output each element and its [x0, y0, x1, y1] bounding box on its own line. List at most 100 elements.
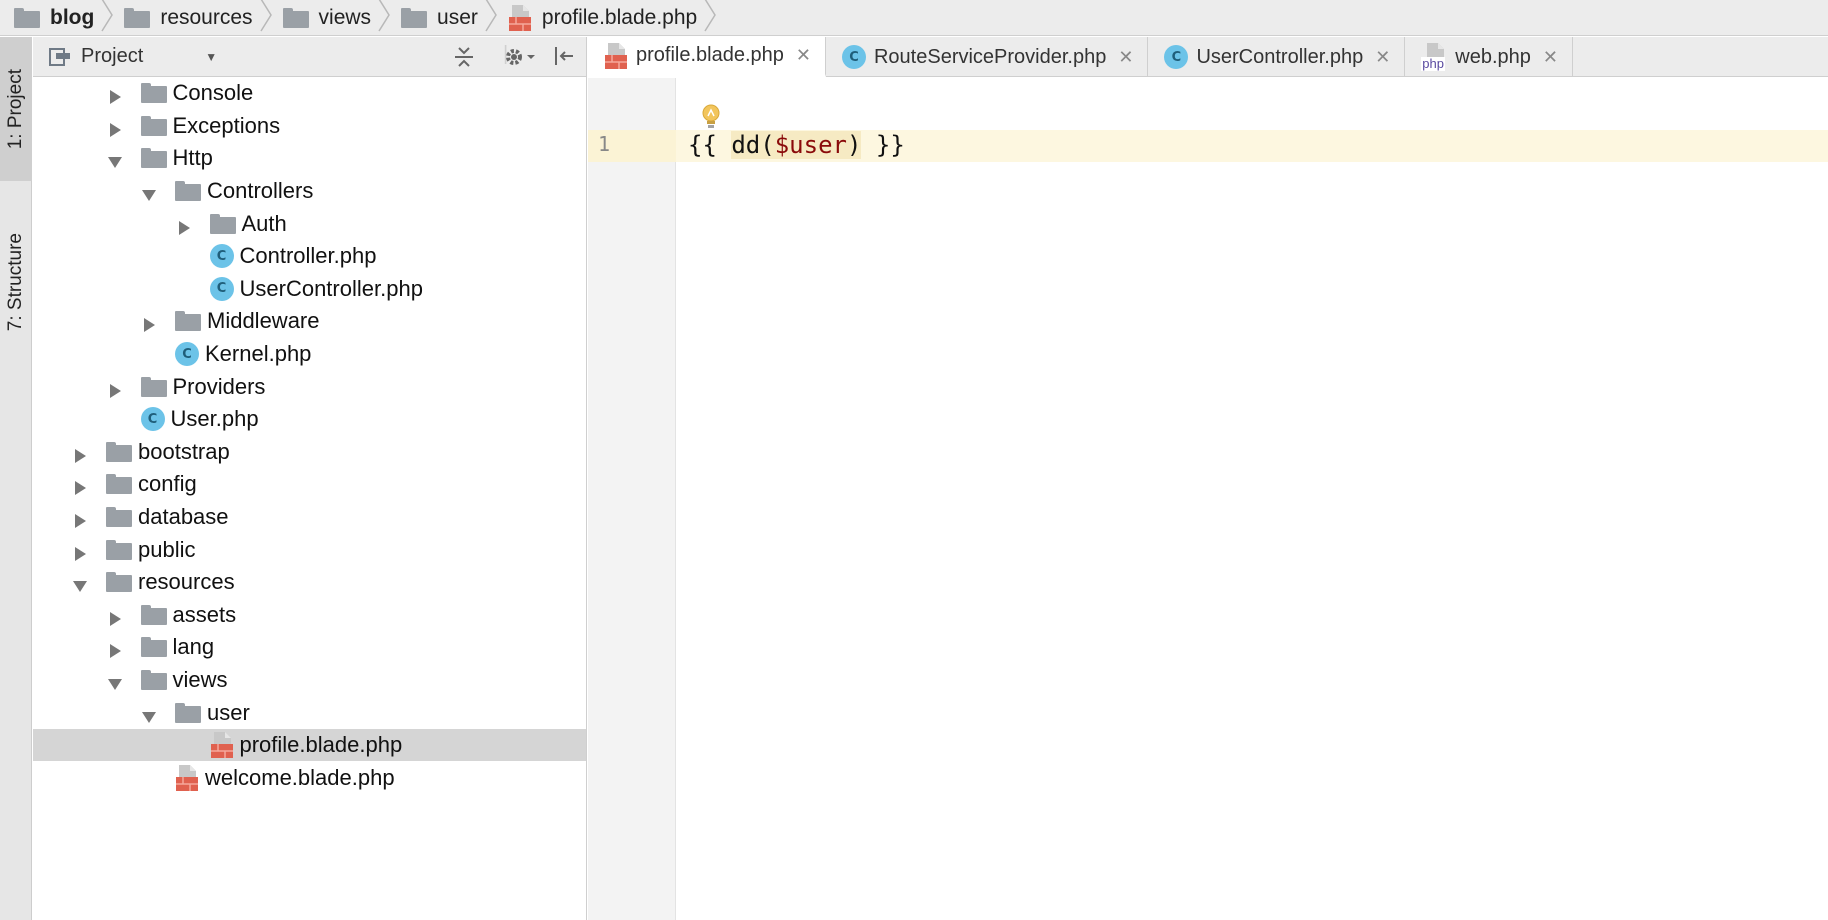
- tree-item-label: config: [138, 471, 197, 497]
- collapse-all-icon[interactable]: [453, 45, 475, 75]
- tree-item-label: user: [207, 699, 250, 725]
- class-icon: C: [1164, 45, 1189, 69]
- close-icon[interactable]: ✕: [1543, 47, 1558, 68]
- folder-icon: [14, 7, 40, 28]
- tree-item[interactable]: C Kernel.php: [33, 338, 586, 371]
- editor-tab[interactable]: C UserController.php ✕: [1148, 37, 1406, 77]
- tree-item[interactable]: database: [33, 501, 586, 534]
- gear-icon[interactable]: [503, 45, 537, 75]
- folder-icon: [106, 572, 132, 593]
- tree-item-label: Auth: [241, 210, 287, 236]
- tree-item[interactable]: Controllers: [33, 175, 586, 208]
- tree-item-label: profile.blade.php: [239, 732, 403, 758]
- editor-tab[interactable]: profile.blade.php ✕: [588, 37, 826, 77]
- chevron-down-icon[interactable]: ▼: [205, 50, 217, 64]
- folder-icon: [106, 507, 132, 528]
- tree-item[interactable]: Console: [33, 77, 586, 110]
- tree-item-label: User.php: [170, 406, 259, 432]
- blade-echo-open: {{: [688, 131, 732, 159]
- tree-item[interactable]: Middleware: [33, 305, 586, 338]
- expand-arrow-right-icon[interactable]: [107, 607, 123, 626]
- tree-item-label: UserController.php: [239, 275, 423, 301]
- tree-item[interactable]: Providers: [33, 370, 586, 403]
- project-panel-toolbar: Project ▼ |: [33, 37, 586, 77]
- breadcrumb-item[interactable]: views: [282, 0, 402, 35]
- tree-item-label: public: [138, 536, 196, 562]
- expand-arrow-right-icon[interactable]: [72, 476, 88, 496]
- tree-item[interactable]: bootstrap: [33, 436, 586, 469]
- close-icon[interactable]: ✕: [1118, 47, 1133, 68]
- breadcrumb-label: user: [437, 5, 478, 29]
- blade-file-icon: [604, 42, 628, 70]
- close-icon[interactable]: ✕: [796, 45, 811, 66]
- project-tool-button[interactable]: 1: Project: [0, 37, 32, 181]
- breadcrumb-label: views: [318, 5, 372, 29]
- folder-icon: [124, 7, 151, 28]
- breadcrumb-item[interactable]: blog: [14, 0, 124, 35]
- tree-item[interactable]: Exceptions: [33, 110, 586, 143]
- code-line[interactable]: {{ dd($user) }}: [688, 131, 905, 159]
- expand-arrow-right-icon[interactable]: [176, 216, 192, 235]
- tree-item-label: bootstrap: [138, 438, 230, 464]
- breadcrumb-item[interactable]: profile.blade.php: [508, 0, 727, 35]
- folder-icon: [140, 83, 167, 104]
- breadcrumb-separator-icon: [94, 0, 124, 39]
- line-number: 1: [598, 132, 611, 156]
- expand-arrow-down-icon[interactable]: [141, 705, 157, 723]
- editor-tab[interactable]: C RouteServiceProvider.php ✕: [826, 37, 1149, 77]
- tree-item[interactable]: C UserController.php: [33, 273, 586, 306]
- expand-arrow-right-icon[interactable]: [107, 118, 123, 137]
- tree-item[interactable]: welcome.blade.php: [33, 761, 586, 794]
- tree-item[interactable]: views: [33, 664, 586, 697]
- tree-item[interactable]: Http: [33, 142, 586, 175]
- expand-arrow-down-icon[interactable]: [141, 183, 157, 202]
- class-icon: C: [140, 407, 165, 432]
- tree-item[interactable]: assets: [33, 599, 586, 632]
- breadcrumb-item[interactable]: resources: [124, 0, 282, 35]
- editor-tab-label: RouteServiceProvider.php: [873, 45, 1107, 68]
- tree-item[interactable]: Auth: [33, 207, 586, 240]
- breadcrumb-item[interactable]: user: [401, 0, 508, 35]
- expand-arrow-down-icon[interactable]: [107, 672, 123, 690]
- class-icon: C: [209, 244, 234, 269]
- tree-item[interactable]: user: [33, 696, 586, 729]
- close-icon[interactable]: ✕: [1375, 47, 1390, 68]
- editor-tab-label: profile.blade.php: [636, 44, 784, 66]
- expand-arrow-right-icon[interactable]: [72, 444, 88, 463]
- editor-tab-label: web.php: [1455, 45, 1531, 68]
- project-view-icon: [49, 47, 70, 66]
- expand-arrow-right-icon[interactable]: [107, 379, 123, 398]
- editor-gutter: [588, 78, 676, 920]
- tree-item[interactable]: lang: [33, 631, 586, 664]
- editor-tab[interactable]: php web.php ✕: [1405, 37, 1573, 77]
- expand-arrow-right-icon[interactable]: [72, 542, 88, 561]
- tree-item[interactable]: profile.blade.php: [33, 728, 586, 762]
- expand-arrow-right-icon[interactable]: [141, 313, 157, 333]
- lightbulb-icon[interactable]: [701, 104, 721, 130]
- blade-file-icon: [175, 764, 199, 792]
- tool-window-stripe: 1: Project 7: Structure: [0, 37, 32, 920]
- folder-icon: [175, 181, 201, 202]
- project-panel: Project ▼ | Console Exceptions Http Control…: [33, 37, 587, 920]
- tree-item-label: lang: [172, 634, 215, 660]
- php-file-icon: php: [1421, 42, 1447, 72]
- expand-arrow-right-icon[interactable]: [72, 509, 88, 529]
- tree-item[interactable]: resources: [33, 566, 586, 599]
- code-editor[interactable]: 1 {{ dd($user) }}: [588, 78, 1828, 920]
- expand-arrow-right-icon[interactable]: [107, 639, 123, 659]
- hide-panel-icon[interactable]: [553, 45, 575, 73]
- project-view-title[interactable]: Project: [81, 45, 143, 68]
- folder-icon: [106, 474, 132, 495]
- structure-tool-label: 7: Structure: [5, 232, 26, 332]
- expand-arrow-down-icon[interactable]: [72, 574, 88, 593]
- folder-icon: [209, 213, 236, 234]
- php-badge: php: [1421, 56, 1445, 71]
- tree-item[interactable]: C Controller.php: [33, 240, 586, 273]
- tree-item[interactable]: public: [33, 533, 586, 566]
- expand-arrow-right-icon[interactable]: [107, 85, 123, 105]
- tree-item[interactable]: config: [33, 468, 586, 501]
- expand-arrow-down-icon[interactable]: [107, 150, 123, 169]
- class-icon: C: [175, 342, 199, 367]
- structure-tool-button[interactable]: 7: Structure: [0, 187, 32, 377]
- tree-item[interactable]: C User.php: [33, 403, 586, 436]
